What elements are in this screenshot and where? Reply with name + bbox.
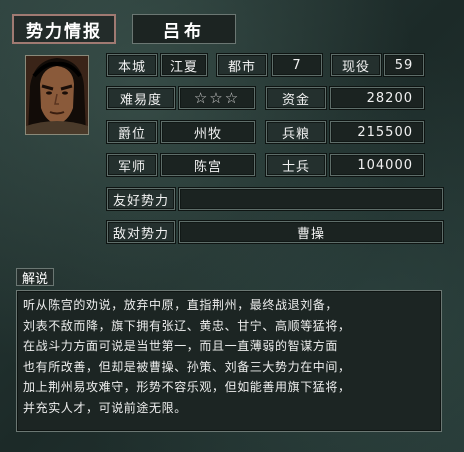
hostile-factions-label: 敌对势力 [107, 221, 175, 243]
strategist-label: 军师 [107, 154, 157, 176]
portrait-image [26, 56, 88, 134]
rank-label: 爵位 [107, 121, 157, 143]
hostile-factions-value: 曹操 [179, 221, 443, 243]
difficulty-label: 难易度 [107, 87, 175, 109]
explanation-line: 也有所改善，但却是被曹操、孙策、刘备三大势力在中间， [23, 359, 351, 374]
faction-info-panel: 势力情报 吕布 本城 江夏 都市 7 现役 59 难易度 ☆☆☆ 资金 2820… [0, 0, 464, 452]
explanation-line: 加上荆州易攻难守，形势不容乐观，但如能善用旗下猛将， [23, 380, 351, 394]
explanation-line: 听从陈宫的劝说，放弃中原，直指荆州，最终战退刘备， [23, 298, 339, 312]
difficulty-stars: ☆☆☆ [179, 87, 255, 109]
panel-title: 势力情报 [12, 14, 116, 44]
ruler-portrait [25, 55, 89, 135]
soldiers-label: 士兵 [266, 154, 326, 176]
cities-value: 7 [272, 54, 322, 76]
soldiers-value: 104000 [330, 154, 424, 176]
home-city-label: 本城 [107, 54, 157, 76]
strategist-value: 陈宫 [161, 154, 255, 176]
officers-value: 59 [384, 54, 424, 76]
food-label: 兵粮 [266, 121, 326, 143]
home-city-value: 江夏 [161, 54, 207, 76]
explanation-line: 刘表不敌而降，旗下拥有张辽、黄忠、甘宁、高顺等猛将， [23, 318, 351, 333]
officers-label: 现役 [331, 54, 381, 76]
explanation-line: 并充实人才，可说前途无限。 [23, 400, 187, 415]
explanation-text: 听从陈宫的劝说，放弃中原，直指荆州，最终战退刘备， 刘表不敌而降，旗下拥有张辽、… [16, 290, 442, 432]
explanation-title: 解说 [16, 268, 54, 287]
ruler-name: 吕布 [132, 14, 236, 44]
food-value: 215500 [330, 121, 424, 143]
cities-label: 都市 [217, 54, 267, 76]
funds-value: 28200 [330, 87, 424, 109]
friendly-factions-label: 友好势力 [107, 188, 175, 210]
rank-value: 州牧 [161, 121, 255, 143]
friendly-factions-value [179, 188, 443, 210]
funds-label: 资金 [266, 87, 326, 109]
explanation-line: 在战斗力方面可说是当世第一，而且一直薄弱的智谋方面 [23, 339, 339, 353]
